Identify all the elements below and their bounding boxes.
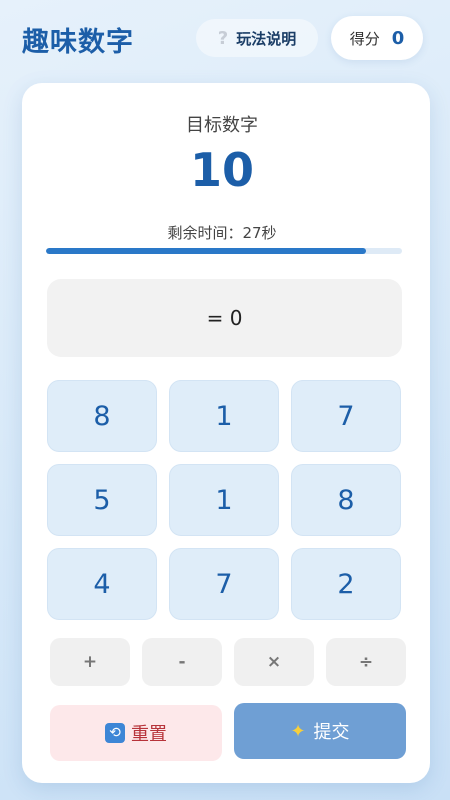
- app-title: 趣味数字: [22, 27, 134, 58]
- timer-progress-bar: [46, 248, 402, 254]
- number-button[interactable]: 8: [291, 464, 401, 536]
- app-header: 趣味数字 ? 玩法说明 得分 0: [0, 0, 450, 80]
- question-icon: ?: [217, 27, 229, 49]
- target-label: 目标数字: [186, 115, 258, 136]
- number-button[interactable]: 5: [47, 464, 157, 536]
- reset-button[interactable]: ⟲ 重置: [50, 705, 222, 761]
- expression-text: = 0: [206, 306, 243, 330]
- timer-progress-fill: [46, 248, 367, 254]
- submit-label: 提交: [313, 722, 350, 743]
- target-number: 10: [189, 143, 254, 197]
- number-button[interactable]: 1: [169, 464, 279, 536]
- reset-label: 重置: [131, 724, 167, 745]
- number-button[interactable]: 7: [169, 548, 279, 620]
- submit-button[interactable]: ✦ 提交: [234, 703, 406, 759]
- operator-row: + - × ÷: [50, 638, 406, 686]
- number-button[interactable]: 2: [291, 548, 401, 620]
- sparkles-icon: ✦: [290, 720, 306, 742]
- number-grid: 8 1 7 5 1 8 4 7 2: [47, 380, 405, 620]
- expression-display: = 0: [47, 279, 402, 357]
- score-display: 得分 0: [331, 16, 423, 60]
- help-label: 玩法说明: [236, 29, 297, 48]
- number-button[interactable]: 1: [169, 380, 279, 452]
- minus-button[interactable]: -: [142, 638, 222, 686]
- timer-text: 剩余时间：27秒: [167, 224, 277, 242]
- refresh-icon: ⟲: [105, 723, 125, 743]
- game-card: 目标数字 10 剩余时间：27秒 = 0 8 1 7 5 1 8 4 7 2 +…: [22, 83, 430, 783]
- number-button[interactable]: 7: [291, 380, 401, 452]
- number-button[interactable]: 4: [47, 548, 157, 620]
- divide-button[interactable]: ÷: [326, 638, 406, 686]
- multiply-button[interactable]: ×: [234, 638, 314, 686]
- score-value: 0: [391, 27, 405, 49]
- help-button[interactable]: ? 玩法说明: [196, 19, 318, 57]
- score-label: 得分: [349, 29, 380, 48]
- plus-button[interactable]: +: [50, 638, 130, 686]
- number-button[interactable]: 8: [47, 380, 157, 452]
